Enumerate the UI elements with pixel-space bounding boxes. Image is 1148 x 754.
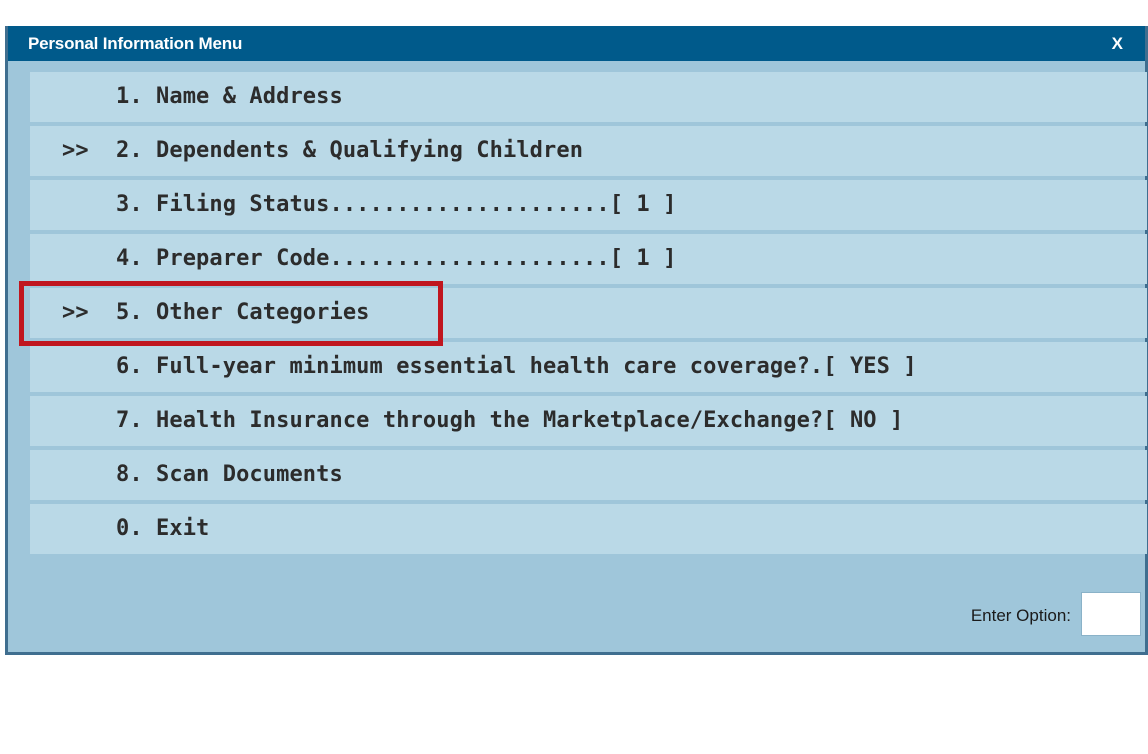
- menu-item-number: 7.: [116, 408, 143, 433]
- menu-item-scan-documents[interactable]: 8. Scan Documents: [30, 450, 1147, 500]
- menu-item-label: Scan Documents: [156, 462, 343, 487]
- menu-item-number: 5.: [116, 300, 143, 325]
- menu-item-label: Dependents & Qualifying Children: [156, 138, 584, 163]
- menu-item-label: Full-year minimum essential health care …: [156, 354, 917, 379]
- menu-item-exit[interactable]: 0. Exit: [30, 504, 1147, 554]
- menu-item-number: 8.: [116, 462, 143, 487]
- menu-item-marker: >>: [62, 300, 89, 325]
- menu-item-number: 4.: [116, 246, 143, 271]
- menu-item-number: 2.: [116, 138, 143, 163]
- menu-item-label: Preparer Code.....................[ 1 ]: [156, 246, 677, 271]
- menu-item-number: 3.: [116, 192, 143, 217]
- menu-item-health-coverage[interactable]: 6. Full-year minimum essential health ca…: [30, 342, 1147, 392]
- menu-item-label: Health Insurance through the Marketplace…: [156, 408, 904, 433]
- menu-item-dependents[interactable]: >> 2. Dependents & Qualifying Children: [30, 126, 1147, 176]
- title-bar: Personal Information Menu X: [8, 26, 1145, 61]
- menu-item-label: Name & Address: [156, 84, 343, 109]
- personal-information-window: Personal Information Menu X 1. Name & Ad…: [5, 26, 1148, 655]
- menu-item-number: 0.: [116, 516, 143, 541]
- menu-item-filing-status[interactable]: 3. Filing Status.....................[ 1…: [30, 180, 1147, 230]
- menu-item-name-address[interactable]: 1. Name & Address: [30, 72, 1147, 122]
- window-title: Personal Information Menu: [28, 34, 243, 53]
- menu-item-other-categories[interactable]: >> 5. Other Categories: [30, 288, 1147, 338]
- menu-list: 1. Name & Address >> 2. Dependents & Qua…: [30, 72, 1147, 558]
- enter-option-input[interactable]: [1081, 592, 1141, 636]
- menu-item-label: Exit: [156, 516, 210, 541]
- menu-item-preparer-code[interactable]: 4. Preparer Code.....................[ 1…: [30, 234, 1147, 284]
- menu-item-marketplace-insurance[interactable]: 7. Health Insurance through the Marketpl…: [30, 396, 1147, 446]
- close-button[interactable]: X: [1112, 34, 1123, 54]
- menu-item-number: 1.: [116, 84, 143, 109]
- enter-option-label: Enter Option:: [970, 606, 1071, 625]
- menu-item-label: Other Categories: [156, 300, 370, 325]
- menu-item-label: Filing Status.....................[ 1 ]: [156, 192, 677, 217]
- menu-item-number: 6.: [116, 354, 143, 379]
- menu-item-marker: >>: [62, 138, 89, 163]
